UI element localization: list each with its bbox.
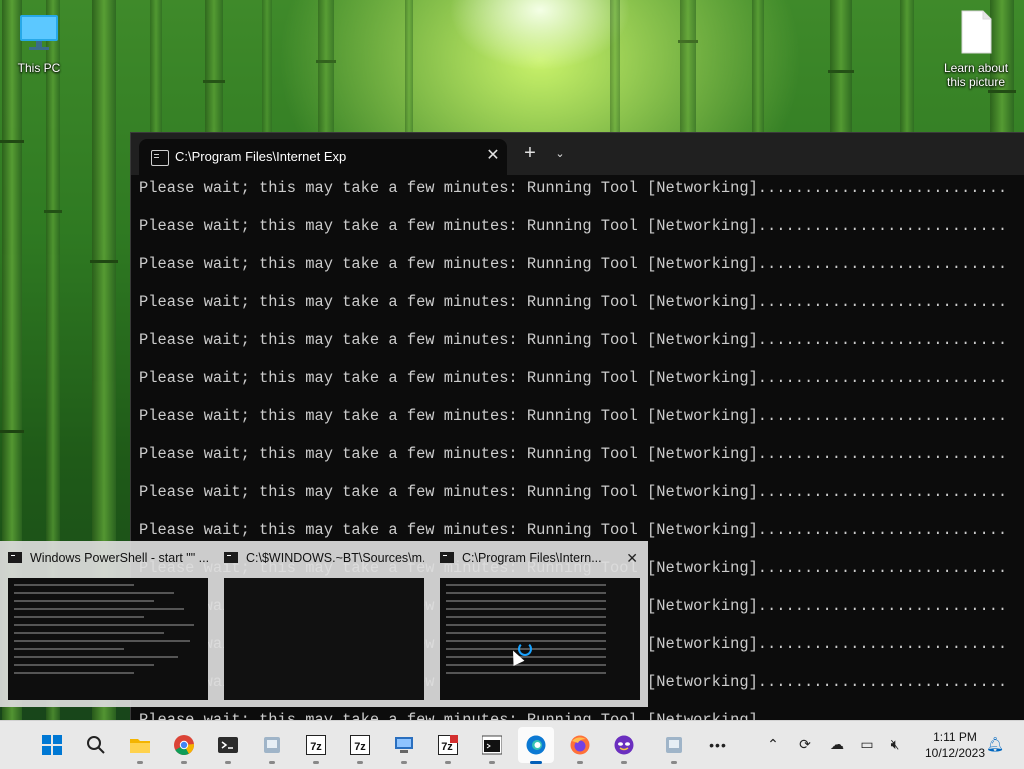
- taskbar-terminal[interactable]: [210, 727, 246, 764]
- thumbnail-program-files[interactable]: C:\Program Files\Intern... ✕: [432, 541, 648, 707]
- console-line: Please wait; this may take a few minutes…: [139, 255, 1008, 273]
- 7zip-icon: 7z: [438, 735, 458, 755]
- start-icon: [42, 735, 62, 755]
- desktop-icon-label: This PC: [17, 61, 61, 75]
- more-apps-button[interactable]: •••: [700, 727, 736, 763]
- taskbar-mask-app[interactable]: [606, 727, 642, 764]
- thumbnail-preview: [224, 578, 424, 700]
- desktop-icon-this-pc[interactable]: This PC: [3, 10, 75, 75]
- 7zip-icon: 7z: [350, 735, 370, 755]
- edge-icon: [526, 735, 546, 755]
- 7zip-icon: 7z: [306, 735, 326, 755]
- network-icon[interactable]: ▭: [858, 735, 876, 753]
- thumbnail-title: C:\Program Files\Intern...: [462, 551, 602, 565]
- desktop-icon-label: Learn about this picture: [943, 61, 1009, 89]
- console-icon: [482, 735, 502, 755]
- taskbar-chrome[interactable]: [166, 727, 202, 764]
- document-icon: [938, 10, 1014, 57]
- console-line: Please wait; this may take a few minutes…: [139, 179, 1008, 197]
- taskbar-7zip[interactable]: 7z: [298, 727, 334, 764]
- console-icon: [151, 150, 169, 166]
- taskbar-console[interactable]: [474, 727, 510, 764]
- console-line: Please wait; this may take a few minutes…: [139, 407, 1008, 425]
- sync-icon[interactable]: ⟳: [796, 735, 814, 753]
- console-line: Please wait; this may take a few minutes…: [139, 293, 1008, 311]
- taskbar-7zip-red[interactable]: 7z: [430, 727, 466, 764]
- close-icon[interactable]: ✕: [626, 550, 638, 567]
- console-line: Please wait; this may take a few minutes…: [139, 331, 1008, 349]
- close-icon[interactable]: ✕: [483, 146, 503, 166]
- taskbar: 7z 7z 7z ••• ⌃ ⟳ ☁ ▭ 🔇︎ 1:11 PM 10/12/20…: [0, 720, 1024, 769]
- tab-program-files[interactable]: C:\Program Files\Internet Exp ✕: [139, 139, 507, 175]
- powershell-icon: [8, 552, 22, 563]
- taskbar-7zip[interactable]: 7z: [342, 727, 378, 764]
- thumbnail-powershell[interactable]: Windows PowerShell - start "" ...: [0, 541, 216, 707]
- search-button[interactable]: [78, 727, 114, 763]
- chevron-down-icon[interactable]: ⌄: [551, 145, 569, 163]
- thumbnail-title: Windows PowerShell - start "" ...: [30, 551, 208, 565]
- monitor-icon: [3, 10, 75, 57]
- svg-text:7z: 7z: [354, 741, 366, 753]
- taskbar-file-explorer[interactable]: [122, 727, 158, 764]
- start-button[interactable]: [34, 727, 70, 763]
- console-line: Please wait; this may take a few minutes…: [139, 369, 1008, 387]
- cloud-icon[interactable]: ☁: [828, 735, 846, 753]
- svg-text:7z: 7z: [310, 741, 322, 753]
- firefox-icon: [570, 735, 590, 755]
- file-explorer-icon: [130, 739, 150, 753]
- desktop-icon-learn-about-picture[interactable]: Learn about this picture: [938, 10, 1014, 89]
- console-line: Please wait; this may take a few minutes…: [139, 445, 1008, 463]
- tab-bar: C:\Program Files\Internet Exp ✕ + ⌄: [131, 133, 1024, 175]
- taskbar-app[interactable]: [254, 727, 290, 764]
- console-line: Please wait; this may take a few minutes…: [139, 217, 1008, 235]
- computer-icon: [395, 737, 413, 753]
- tab-title: C:\Program Files\Internet Exp: [175, 149, 347, 164]
- thumbnail-preview: [8, 578, 208, 700]
- console-line: Please wait; this may take a few minutes…: [139, 483, 1008, 501]
- taskbar-thumbnail-preview: Windows PowerShell - start "" ... C:\$WI…: [0, 541, 648, 707]
- notification-bell-icon[interactable]: 🔔︎: [986, 735, 1004, 753]
- console-icon: [440, 552, 454, 563]
- thumbnail-title: C:\$WINDOWS.~BT\Sources\m...: [246, 551, 424, 565]
- more-icon: •••: [709, 737, 727, 753]
- volume-muted-icon[interactable]: 🔇︎: [886, 735, 904, 753]
- app-icon: [666, 737, 682, 753]
- taskbar-computer[interactable]: [386, 727, 422, 764]
- search-icon: [87, 736, 105, 754]
- thumbnail-preview: [440, 578, 640, 700]
- mask-icon: [614, 735, 634, 755]
- new-tab-button[interactable]: +: [519, 143, 541, 165]
- taskbar-edge[interactable]: [518, 727, 554, 764]
- chrome-icon: [174, 735, 194, 755]
- taskbar-app[interactable]: [656, 727, 692, 764]
- thumbnail-windows-bt[interactable]: C:\$WINDOWS.~BT\Sources\m...: [216, 541, 432, 707]
- terminal-icon: [218, 737, 238, 753]
- console-icon: [224, 552, 238, 563]
- app-icon: [264, 737, 280, 753]
- show-hidden-icons-button[interactable]: ⌃: [764, 735, 782, 753]
- taskbar-firefox[interactable]: [562, 727, 598, 764]
